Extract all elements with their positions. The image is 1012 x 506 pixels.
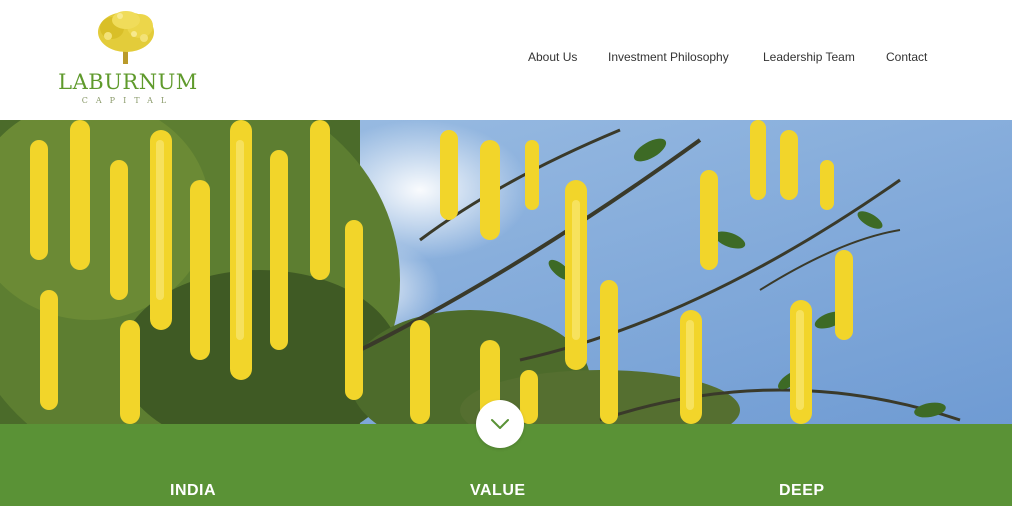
pillar-india: INDIA — [170, 482, 217, 499]
nav-item-about-us[interactable]: About Us — [528, 50, 577, 64]
pillar-deep: DEEP — [779, 482, 825, 499]
nav-item-investment-philosophy[interactable]: Investment Philosophy — [608, 50, 729, 64]
nav-item-contact[interactable]: Contact — [886, 50, 927, 64]
nav-item-leadership-team[interactable]: Leadership Team — [763, 50, 855, 64]
site-header: LABURNUM CAPITAL About Us Investment Phi… — [0, 0, 1012, 120]
scroll-down-button[interactable] — [476, 400, 524, 448]
brand-name: LABURNUM — [58, 70, 198, 94]
chevron-down-icon — [491, 419, 509, 429]
main-nav: About Us Investment Philosophy Leadershi… — [0, 50, 1012, 70]
laburnum-flowers-photo — [0, 120, 1012, 424]
brand-tagline: CAPITAL — [81, 96, 175, 105]
pillar-value: VALUE — [470, 482, 526, 499]
hero-image — [0, 120, 1012, 424]
